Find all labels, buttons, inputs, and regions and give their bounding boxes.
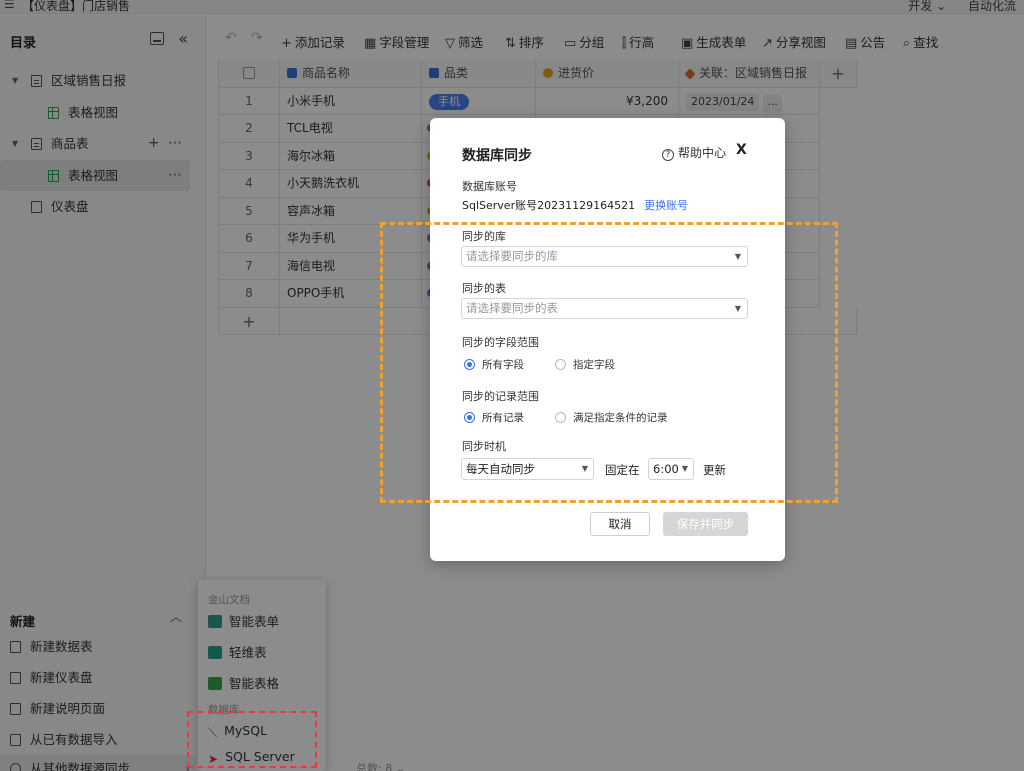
help-label: 帮助中心 [678,146,727,160]
save-and-sync-button[interactable]: 保存并同步 [663,512,748,536]
change-account-link[interactable]: 更换账号 [644,199,688,212]
annotation-highlight-orange [380,222,838,503]
account-label: 数据库账号 [462,180,517,193]
help-center-link[interactable]: ? 帮助中心 [662,144,726,161]
account-value: SqlServer账号20231129164521 [462,199,636,212]
annotation-highlight-red [187,711,317,768]
close-icon[interactable]: X [736,142,747,158]
question-icon: ? [662,149,674,161]
account-row: SqlServer账号20231129164521 更换账号 [462,197,688,213]
dialog-title: 数据库同步 [462,148,532,164]
cancel-button[interactable]: 取消 [590,512,650,536]
